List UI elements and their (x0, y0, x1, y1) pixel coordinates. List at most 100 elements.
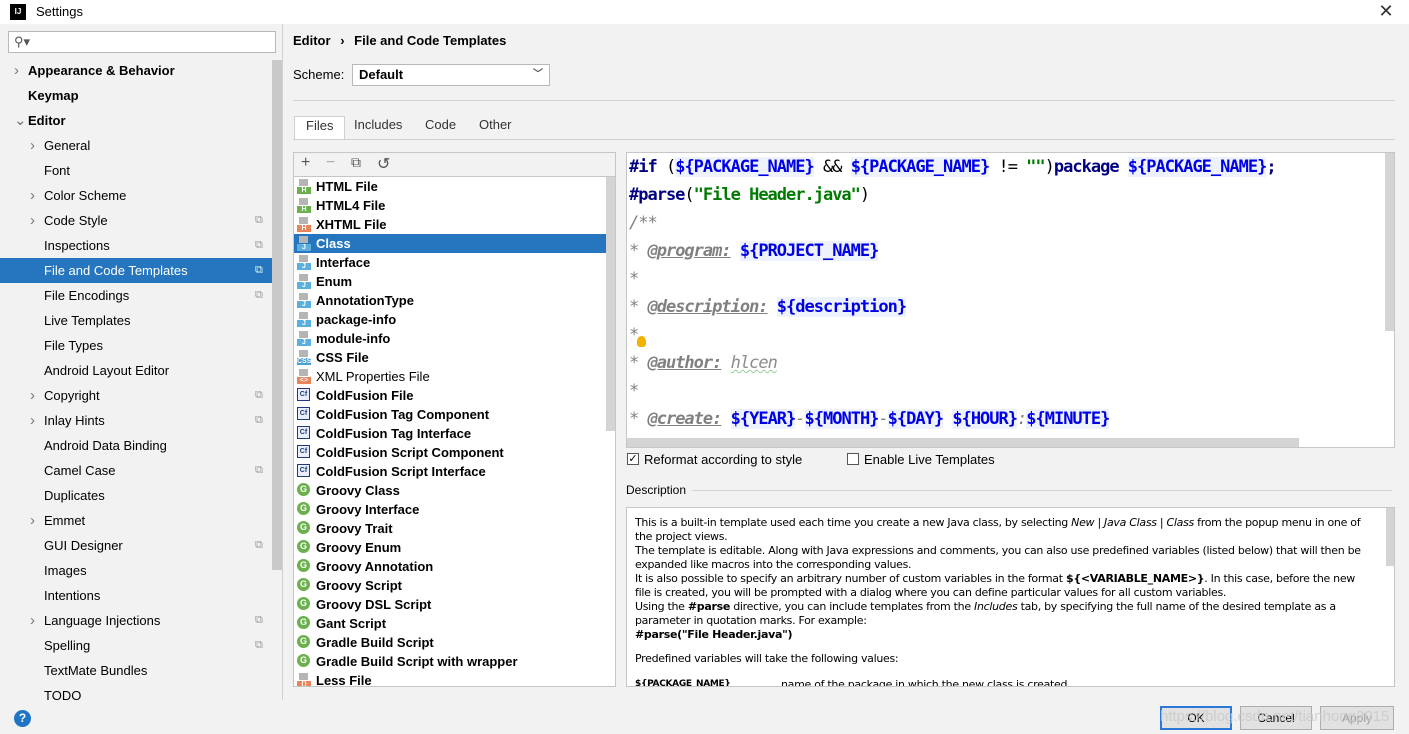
close-icon[interactable]: ✕ (1372, 0, 1400, 24)
sidebar-item-keymap[interactable]: Keymap (0, 83, 272, 108)
template-list-item[interactable]: {} Less File (294, 671, 606, 686)
chevron-right-icon[interactable]: › (30, 408, 35, 433)
settings-sidebar: ⚲▾ › Appearance & Behavior Keymap ⌄ Editor › G… (0, 24, 283, 700)
template-list-item[interactable]: G Groovy Interface (294, 500, 606, 519)
code-token: != (989, 157, 1027, 177)
sidebar-item-intentions[interactable]: Intentions (0, 583, 272, 608)
add-icon[interactable]: + (301, 154, 310, 172)
sidebar-item-color-scheme[interactable]: › Color Scheme (0, 183, 272, 208)
template-list-item[interactable]: J Interface (294, 253, 606, 272)
sidebar-item-android-data-binding[interactable]: Android Data Binding (0, 433, 272, 458)
template-list-item[interactable]: <> XML Properties File (294, 367, 606, 386)
template-list-item[interactable]: Cf ColdFusion Script Interface (294, 462, 606, 481)
template-name: ColdFusion Script Component (316, 445, 504, 460)
copy-icon[interactable]: ⧉ (351, 154, 361, 171)
sidebar-item-code-style[interactable]: › Code Style ⧉ (0, 208, 272, 233)
chevron-right-icon[interactable]: › (30, 208, 35, 233)
sidebar-item-textmate-bundles[interactable]: TextMate Bundles (0, 658, 272, 683)
sidebar-item-file-encodings[interactable]: File Encodings ⧉ (0, 283, 272, 308)
template-list-item[interactable]: J Class (294, 234, 606, 253)
sidebar-item-spelling[interactable]: Spelling ⧉ (0, 633, 272, 658)
editor-vertical-scrollbar[interactable] (1385, 153, 1394, 331)
template-list-item[interactable]: H XHTML File (294, 215, 606, 234)
description-paragraph: Using the #parse directive, you can incl… (635, 600, 1336, 627)
sidebar-item-gui-designer[interactable]: GUI Designer ⧉ (0, 533, 272, 558)
template-list-item[interactable]: G Groovy Enum (294, 538, 606, 557)
template-list-item[interactable]: G Groovy Script (294, 576, 606, 595)
lightbulb-icon[interactable] (637, 336, 646, 347)
sidebar-item-inlay-hints[interactable]: › Inlay Hints ⧉ (0, 408, 272, 433)
template-list-item[interactable]: G Groovy Trait (294, 519, 606, 538)
code-token: #parse (629, 185, 685, 205)
editor-horizontal-scrollbar[interactable] (627, 438, 1299, 447)
tab-includes[interactable]: Includes (343, 116, 413, 138)
sidebar-scrollbar[interactable] (272, 60, 282, 570)
cancel-button[interactable]: Cancel (1240, 706, 1312, 730)
remove-icon[interactable]: − (326, 154, 335, 172)
sidebar-item-android-layout-editor[interactable]: Android Layout Editor (0, 358, 272, 383)
list-scrollbar[interactable] (606, 177, 615, 431)
template-list-item[interactable]: J Enum (294, 272, 606, 291)
chevron-down-icon[interactable]: ⌄ (14, 108, 27, 133)
template-list-item[interactable]: Jmodule-info (294, 329, 606, 348)
chevron-right-icon[interactable]: › (30, 183, 35, 208)
sidebar-item-editor[interactable]: ⌄ Editor (0, 108, 272, 133)
template-list-item[interactable]: G Gradle Build Script (294, 633, 606, 652)
reset-icon[interactable]: ↺ (377, 154, 390, 174)
code-token: ) (1044, 157, 1055, 177)
template-list-item[interactable]: G Gant Script (294, 614, 606, 633)
page-icon (299, 369, 308, 376)
apply-button[interactable]: Apply (1320, 706, 1394, 730)
template-list-item[interactable]: Jpackage-info (294, 310, 606, 329)
ok-button[interactable]: OK (1160, 706, 1232, 730)
sidebar-item-general[interactable]: › General (0, 133, 272, 158)
template-list-item[interactable]: J AnnotationType (294, 291, 606, 310)
sidebar-item-inspections[interactable]: Inspections ⧉ (0, 233, 272, 258)
sidebar-item-font[interactable]: Font (0, 158, 272, 183)
template-editor[interactable]: #if (${PACKAGE_NAME} && ${PACKAGE_NAME} … (626, 152, 1395, 448)
search-icon: ⚲▾ (14, 34, 31, 49)
chevron-right-icon[interactable]: › (30, 508, 35, 533)
template-list-item[interactable]: H HTML4 File (294, 196, 606, 215)
search-input[interactable]: ⚲▾ (8, 31, 276, 53)
tab-other[interactable]: Other (468, 116, 523, 138)
sidebar-item-appearance-behavior[interactable]: › Appearance & Behavior (0, 58, 272, 83)
sidebar-item-live-templates[interactable]: Live Templates (0, 308, 272, 333)
template-list-item[interactable]: G Gradle Build Script with wrapper (294, 652, 606, 671)
template-list-item[interactable]: G Groovy Annotation (294, 557, 606, 576)
template-list-item[interactable]: H HTML File (294, 177, 606, 196)
breadcrumb-separator: › (340, 33, 345, 48)
chevron-right-icon[interactable]: › (30, 608, 35, 633)
chevron-right-icon[interactable]: › (14, 58, 19, 83)
project-settings-icon: ⧉ (255, 614, 263, 626)
template-list-item[interactable]: CSS CSS File (294, 348, 606, 367)
sidebar-item-file-types[interactable]: File Types (0, 333, 272, 358)
chevron-right-icon[interactable]: › (30, 133, 35, 158)
sidebar-item-emmet[interactable]: › Emmet (0, 508, 272, 533)
breadcrumb-parent[interactable]: Editor (293, 33, 331, 48)
tab-code[interactable]: Code (414, 116, 467, 138)
description-scrollbar[interactable] (1386, 508, 1394, 566)
help-icon[interactable]: ? (14, 710, 31, 727)
template-list-item[interactable]: G Groovy DSL Script (294, 595, 606, 614)
scheme-dropdown[interactable]: Default ﹀ (352, 64, 550, 86)
template-list-item[interactable]: Cf ColdFusion File (294, 386, 606, 405)
template-list-item[interactable]: Cf ColdFusion Script Component (294, 443, 606, 462)
sidebar-item-images[interactable]: Images (0, 558, 272, 583)
template-list-item[interactable]: G Groovy Class (294, 481, 606, 500)
sidebar-item-duplicates[interactable]: Duplicates (0, 483, 272, 508)
tab-files[interactable]: Files (294, 116, 346, 140)
sidebar-item-file-and-code-templates[interactable]: File and Code Templates ⧉ (0, 258, 272, 283)
code-token: @description: (647, 297, 768, 317)
variable-description: name of the package in which the new cla… (781, 678, 1068, 687)
xhtml-file-icon: H (297, 217, 311, 232)
sidebar-item-camel-case[interactable]: Camel Case ⧉ (0, 458, 272, 483)
sidebar-item-language-injections[interactable]: › Language Injections ⧉ (0, 608, 272, 633)
code-line: #if (${PACKAGE_NAME} && ${PACKAGE_NAME} … (629, 153, 1277, 181)
chevron-right-icon[interactable]: › (30, 383, 35, 408)
template-list-item[interactable]: Cf ColdFusion Tag Interface (294, 424, 606, 443)
sidebar-item-todo[interactable]: TODO (0, 683, 272, 700)
groovy-file-icon: G (297, 521, 310, 534)
sidebar-item-copyright[interactable]: › Copyright ⧉ (0, 383, 272, 408)
template-list-item[interactable]: Cf ColdFusion Tag Component (294, 405, 606, 424)
